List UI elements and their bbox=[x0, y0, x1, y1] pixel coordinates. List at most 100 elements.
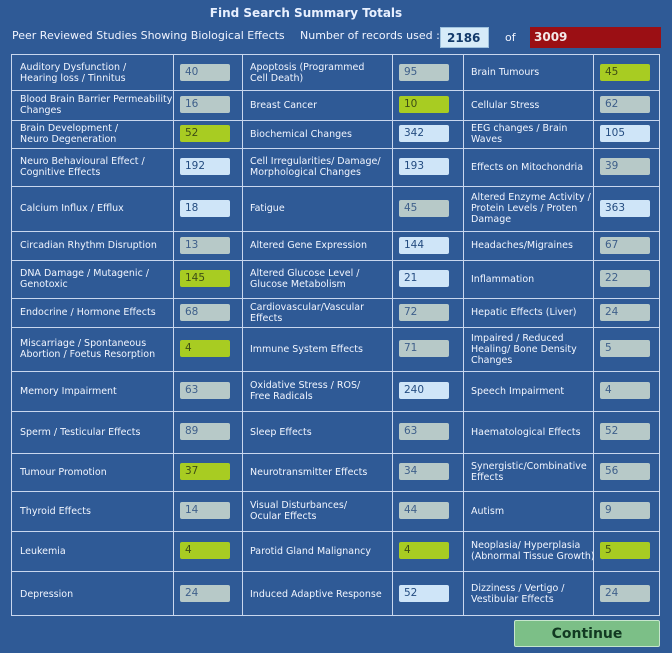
category-label-line: Headaches/Migraines bbox=[471, 240, 573, 251]
category-label-line: Apoptosis (Programmed bbox=[250, 61, 365, 73]
category-count: 13 bbox=[180, 236, 230, 254]
category-label-line: Blood Brain Barrier Permeability bbox=[20, 94, 173, 105]
category-label-line: Hearing loss / Tinnitus bbox=[20, 72, 126, 84]
category-label-line: Cardiovascular/Vascular bbox=[250, 301, 365, 313]
category-label: Speech Impairment bbox=[471, 386, 564, 397]
category-label: Visual Disturbances/Ocular Effects bbox=[250, 500, 347, 522]
category-count: 39 bbox=[600, 158, 650, 175]
category-label-line: Immune System Effects bbox=[250, 343, 363, 355]
category-count: 45 bbox=[600, 63, 650, 81]
category-label-line: Effects bbox=[471, 472, 504, 483]
category-count: 342 bbox=[399, 125, 449, 142]
category-label: Neuro Behavioural Effect / Cognitive Effe… bbox=[20, 156, 145, 178]
category-label-line: Altered Gene Expression bbox=[250, 240, 367, 251]
category-label-line: Impaired / Reduced bbox=[471, 332, 564, 344]
category-label-line: Sperm / Testicular Effects bbox=[20, 426, 141, 438]
category-label: Headaches/Migraines bbox=[471, 240, 573, 251]
category-count: 71 bbox=[399, 340, 449, 357]
category-count: 67 bbox=[600, 236, 650, 254]
category-label-line: Synergistic/Combinative bbox=[471, 461, 587, 472]
category-count: 16 bbox=[180, 96, 230, 113]
category-label: Altered Glucose Level / Glucose Metabolis… bbox=[250, 268, 359, 290]
category-label-line: Brain Development / bbox=[20, 123, 119, 134]
category-label-line: Biochemical Changes bbox=[250, 128, 352, 140]
category-label-line: Fatigue bbox=[250, 203, 285, 214]
category-label-line: DNA Damage / Mutagenic / bbox=[20, 268, 150, 279]
category-label-line: Neoplasia/ Hyperplasia bbox=[471, 540, 581, 551]
category-label: Immune System Effects bbox=[250, 344, 363, 355]
grid-divider-horizontal bbox=[12, 491, 659, 492]
category-label: Thyroid Effects bbox=[20, 506, 91, 517]
category-count: 95 bbox=[399, 63, 449, 81]
category-label-line: Ocular Effects bbox=[250, 511, 317, 522]
category-count: 10 bbox=[399, 96, 449, 113]
category-label: Biochemical Changes bbox=[250, 129, 352, 140]
category-label-line: Abortion / Foetus Resorption bbox=[20, 349, 156, 360]
category-label-line: Dizziness / Vertigo / bbox=[471, 583, 565, 594]
continue-button[interactable]: Continue bbox=[514, 620, 660, 647]
category-label: Memory Impairment bbox=[20, 386, 117, 397]
category-label-line: Changes bbox=[20, 105, 62, 116]
category-label: Altered Gene Expression bbox=[250, 240, 367, 251]
category-label: Breast Cancer bbox=[250, 100, 317, 111]
category-count: 45 bbox=[399, 199, 449, 217]
category-count: 14 bbox=[180, 502, 230, 519]
category-count: 52 bbox=[399, 585, 449, 602]
category-count: 63 bbox=[399, 423, 449, 440]
grid-divider-horizontal bbox=[12, 371, 659, 372]
category-label: Oxidative Stress / ROS/Free Radicals bbox=[250, 380, 360, 402]
category-count: 192 bbox=[180, 158, 230, 175]
category-label-line: Genotoxic bbox=[20, 279, 68, 290]
records-total-value: 3009 bbox=[530, 27, 661, 48]
page-subtitle: Peer Reviewed Studies Showing Biological… bbox=[12, 29, 285, 42]
category-label-line: Circadian Rhythm Disruption bbox=[20, 240, 157, 251]
category-label-line: Vestibular Effects bbox=[471, 594, 554, 605]
category-count: 4 bbox=[180, 542, 230, 559]
category-label-line: Glucose Metabolism bbox=[250, 279, 346, 290]
category-label: EEG changes / Brain Waves bbox=[471, 123, 567, 145]
category-label: Apoptosis (Programmed Cell Death) bbox=[250, 62, 364, 84]
category-label: Synergistic/Combinative Effects bbox=[471, 461, 587, 483]
category-count: 52 bbox=[600, 423, 650, 440]
category-label: Brain Tumours bbox=[471, 67, 539, 78]
category-label: Neoplasia/ Hyperplasia (Abnormal Tissue G… bbox=[471, 540, 595, 562]
category-label: DNA Damage / Mutagenic / Genotoxic bbox=[20, 268, 149, 290]
category-label-line: Waves bbox=[471, 134, 503, 145]
records-used-value: 2186 bbox=[440, 27, 489, 48]
grid-divider-horizontal bbox=[12, 120, 659, 121]
category-count: 193 bbox=[399, 158, 449, 175]
category-label-line: Neuro Degeneration bbox=[20, 134, 117, 145]
category-label-line: (Abnormal Tissue Growth) bbox=[471, 551, 595, 562]
category-count: 9 bbox=[600, 502, 650, 519]
grid-divider-horizontal bbox=[12, 411, 659, 412]
category-label: Calcium Influx / Efflux bbox=[20, 203, 124, 214]
grid-divider-horizontal bbox=[12, 186, 659, 187]
category-label-line: Endocrine / Hormone Effects bbox=[20, 307, 156, 318]
category-label: Cell Irregularities/ Damage/Morphologica… bbox=[250, 156, 381, 178]
category-label-line: Effects bbox=[250, 312, 283, 324]
category-count: 145 bbox=[180, 270, 230, 287]
category-label: Sperm / Testicular Effects bbox=[20, 427, 140, 438]
category-count: 105 bbox=[600, 125, 650, 142]
category-label-line: Memory Impairment bbox=[20, 385, 117, 397]
category-label: Leukemia bbox=[20, 546, 66, 557]
category-label-line: Cognitive Effects bbox=[20, 167, 101, 178]
category-label-line: Protein Levels / Proten bbox=[471, 203, 578, 214]
category-label-line: Thyroid Effects bbox=[20, 505, 91, 517]
category-label: Miscarriage / Spontaneous Abortion / Foet… bbox=[20, 338, 155, 360]
category-label-line: Effects on Mitochondria bbox=[471, 161, 584, 173]
category-count: 40 bbox=[180, 63, 230, 81]
category-count: 4 bbox=[180, 340, 230, 357]
category-label-line: Oxidative Stress / ROS/ bbox=[250, 380, 361, 391]
category-count: 63 bbox=[180, 382, 230, 399]
grid-divider-horizontal bbox=[12, 260, 659, 261]
grid-divider-horizontal bbox=[12, 571, 659, 572]
grid-divider-horizontal bbox=[12, 90, 659, 91]
grid-divider-horizontal bbox=[12, 148, 659, 149]
category-count: 72 bbox=[399, 303, 449, 321]
category-label-line: Breast Cancer bbox=[250, 99, 318, 111]
category-label-line: Depression bbox=[20, 588, 74, 600]
category-label-line: Altered Enzyme Activity / bbox=[471, 192, 591, 203]
category-label-line: Tumour Promotion bbox=[20, 466, 107, 478]
category-count: 34 bbox=[399, 463, 449, 480]
